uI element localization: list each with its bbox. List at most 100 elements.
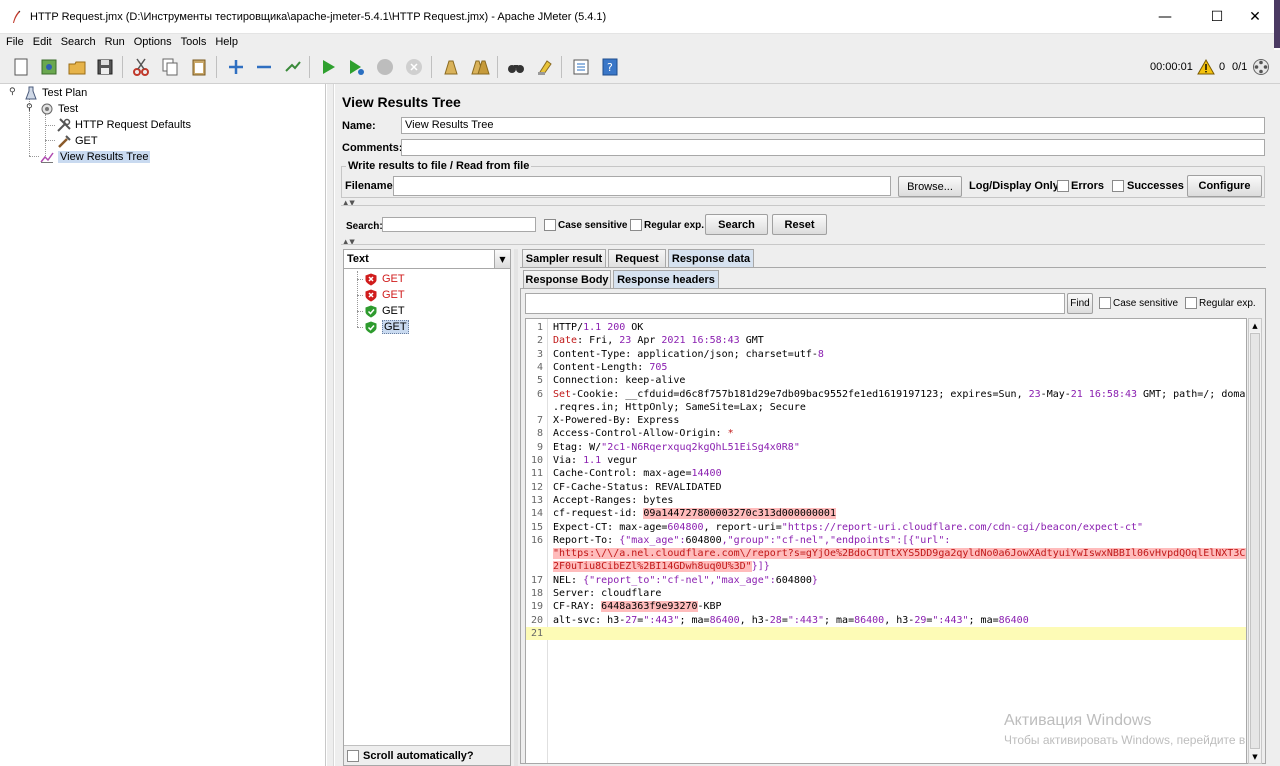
test-plan-toggle[interactable]: ⚲: [9, 87, 16, 97]
windows-activation-title: Активация Windows: [1004, 712, 1152, 729]
shutdown-icon[interactable]: [401, 54, 426, 79]
expand-all-icon[interactable]: [223, 54, 248, 79]
find-regular-exp-label: Regular exp.: [1199, 298, 1256, 309]
start-icon[interactable]: [315, 54, 340, 79]
thread-group-toggle[interactable]: ⚲: [26, 103, 33, 113]
new-icon[interactable]: [8, 54, 33, 79]
successes-checkbox[interactable]: [1112, 180, 1124, 192]
start-no-pauses-icon[interactable]: [343, 54, 368, 79]
desktop-edge: [1274, 0, 1280, 48]
scroll-down-icon[interactable]: ▼: [1249, 750, 1261, 763]
save-icon[interactable]: [92, 54, 117, 79]
code-line: 2 Date: Fri, 23 Apr 2021 16:58:43 GMT: [526, 334, 1246, 347]
pane-splitter[interactable]: [327, 84, 334, 766]
result-item-failed[interactable]: GET: [364, 287, 405, 303]
find-button[interactable]: Find: [1067, 293, 1093, 314]
code-line: 8 Access-Control-Allow-Origin: *: [526, 427, 1246, 440]
reset-search-icon[interactable]: [532, 54, 557, 79]
result-item-failed[interactable]: GET: [364, 271, 405, 287]
menu-bar: File Edit Search Run Options Tools Help: [0, 34, 1274, 50]
menu-file[interactable]: File: [6, 36, 24, 48]
stop-icon[interactable]: [372, 54, 397, 79]
line-number: 7: [536, 415, 543, 427]
results-splitter[interactable]: [514, 249, 518, 766]
collapse-all-icon[interactable]: [251, 54, 276, 79]
warning-icon[interactable]: [1196, 57, 1216, 77]
code-line: "https:\/\/a.nel.cloudflare.com\/report?…: [526, 547, 1246, 560]
configure-button[interactable]: Configure: [1187, 175, 1262, 197]
copy-icon[interactable]: [157, 54, 182, 79]
remote-status-icon[interactable]: [1251, 57, 1271, 77]
code-line: 10 Via: 1.1 vegur: [526, 454, 1246, 467]
line-text: Date: Fri, 23 Apr 2021 16:58:43 GMT: [553, 335, 764, 347]
templates-icon[interactable]: [36, 54, 61, 79]
tree-node-test-plan[interactable]: Test Plan: [23, 85, 87, 101]
find-case-sensitive-checkbox[interactable]: [1099, 297, 1111, 309]
response-headers-text[interactable]: 1 HTTP/1.1 200 OK 2 Date: Fri, 23 Apr 2021 …: [525, 318, 1247, 764]
result-item-success[interactable]: GET: [364, 303, 405, 319]
line-text: Access-Control-Allow-Origin: *: [553, 428, 734, 440]
reset-button[interactable]: Reset: [772, 214, 827, 235]
comments-field[interactable]: [401, 139, 1265, 156]
line-text: Server: cloudflare: [553, 588, 662, 599]
find-regular-exp-checkbox[interactable]: [1185, 297, 1197, 309]
browse-button[interactable]: Browse...: [898, 176, 962, 197]
minimize-button[interactable]: —: [1142, 0, 1188, 34]
code-line: 9 Etag: W/"2c1-N6Rqerxquq2kgQhL51EiSg4x0R…: [526, 441, 1246, 454]
tree-node-http-defaults[interactable]: HTTP Request Defaults: [56, 117, 191, 133]
filename-field[interactable]: [393, 176, 891, 196]
scroll-up-icon[interactable]: ▲: [1249, 319, 1261, 332]
scroll-thumb[interactable]: [1250, 333, 1260, 749]
line-number: 6: [536, 388, 543, 400]
errors-checkbox[interactable]: [1057, 180, 1069, 192]
close-button[interactable]: ✕: [1232, 0, 1278, 34]
cut-icon[interactable]: [128, 54, 153, 79]
clear-all-icon[interactable]: [467, 54, 492, 79]
line-text: X-Powered-By: Express: [553, 415, 680, 427]
errors-label: Errors: [1071, 180, 1105, 192]
help-icon[interactable]: ?: [597, 54, 622, 79]
result-label: GET: [382, 320, 409, 334]
tab-request[interactable]: Request: [608, 249, 666, 267]
clear-icon[interactable]: [438, 54, 463, 79]
open-icon[interactable]: [64, 54, 89, 79]
tab-response-headers[interactable]: Response headers: [613, 270, 719, 288]
tree-node-thread-group[interactable]: Test: [39, 101, 78, 117]
tree-label: Test: [58, 103, 79, 115]
find-input[interactable]: [525, 293, 1065, 314]
search-input[interactable]: [382, 217, 536, 232]
menu-edit[interactable]: Edit: [33, 36, 52, 48]
renderer-select[interactable]: Text ▼: [344, 250, 510, 269]
menu-help[interactable]: Help: [215, 36, 238, 48]
search-button[interactable]: Search: [705, 214, 768, 235]
line-text: Via: 1.1 vegur: [553, 455, 638, 466]
tree-label: View Results Tree: [58, 151, 151, 163]
paste-icon[interactable]: [186, 54, 211, 79]
chevron-down-icon[interactable]: ▼: [494, 250, 510, 268]
code-line: 17 NEL: {"report_to":"cf-nel","max_age":6…: [526, 574, 1246, 587]
regular-exp-label: Regular exp.: [644, 220, 705, 231]
toggle-icon[interactable]: [280, 54, 305, 79]
tab-response-body[interactable]: Response Body: [523, 270, 611, 288]
line-text: Connection: keep-alive: [553, 375, 686, 387]
menu-tools[interactable]: Tools: [181, 36, 207, 48]
tree-node-view-results-tree[interactable]: View Results Tree: [39, 149, 151, 165]
regular-exp-checkbox[interactable]: [630, 219, 642, 231]
line-text: "https:\/\/a.nel.cloudflare.com\/report?…: [553, 547, 1246, 560]
tab-sampler-result[interactable]: Sampler result: [522, 249, 606, 267]
tree-node-get-sampler[interactable]: GET: [56, 133, 98, 149]
case-sensitive-checkbox[interactable]: [544, 219, 556, 231]
menu-options[interactable]: Options: [134, 36, 172, 48]
menu-run[interactable]: Run: [105, 36, 125, 48]
scroll-automatically-checkbox[interactable]: [347, 750, 359, 762]
vertical-scrollbar[interactable]: ▲ ▼: [1248, 318, 1262, 764]
name-field[interactable]: View Results Tree: [401, 117, 1265, 134]
tab-response-data[interactable]: Response data: [668, 249, 754, 267]
code-line: 16 Report-To: {"max_age":604800,"group":"…: [526, 534, 1246, 547]
search-binoculars-icon[interactable]: [503, 54, 528, 79]
result-item-success-selected[interactable]: GET: [364, 319, 409, 335]
menu-search[interactable]: Search: [61, 36, 96, 48]
code-line: 4 Content-Length: 705: [526, 361, 1246, 374]
function-helper-icon[interactable]: [568, 54, 593, 79]
code-line: 13 Accept-Ranges: bytes: [526, 494, 1246, 507]
